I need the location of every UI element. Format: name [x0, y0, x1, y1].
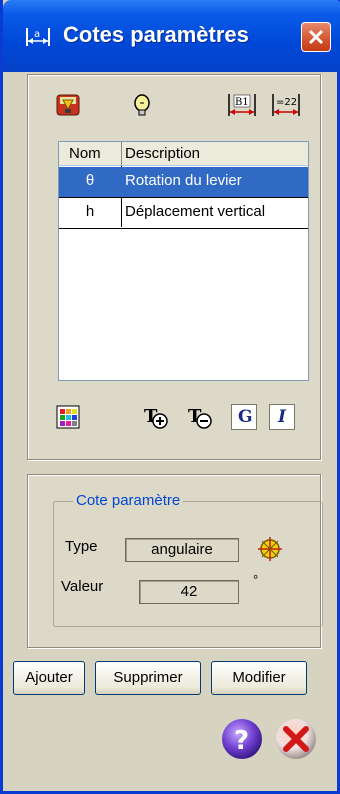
cell-description: Rotation du levier [125, 172, 242, 189]
value-label: Valeur [61, 578, 104, 595]
dimension-b1-icon: B1 [228, 94, 256, 116]
value-field[interactable]: 42 [139, 580, 239, 604]
font-decrease-icon: T [188, 406, 212, 429]
help-button[interactable]: ? [219, 716, 265, 762]
svg-text:?: ? [234, 726, 249, 756]
help-icon: ? [222, 719, 262, 759]
font-increase-icon: T [144, 406, 168, 429]
type-label: Type [65, 538, 98, 555]
close-icon [308, 29, 324, 45]
type-value: angulaire [151, 541, 213, 558]
cell-nom: h [85, 203, 95, 220]
value-text: 42 [180, 583, 198, 600]
parameters-table[interactable]: Nom Description θ Rotation du levier h D… [58, 141, 309, 381]
table-header: Nom Description [59, 142, 308, 166]
import-icon [56, 94, 80, 116]
dimension-b1-button[interactable]: B1 [227, 92, 257, 118]
row-grid-line [59, 228, 308, 229]
table-row[interactable]: h Déplacement vertical [59, 198, 308, 228]
cancel-icon [276, 719, 316, 759]
type-value-field: angulaire [125, 538, 239, 562]
svg-text:=22: =22 [276, 97, 297, 108]
bold-button[interactable]: G [231, 404, 257, 430]
bold-icon: G [238, 407, 253, 427]
column-header-nom[interactable]: Nom [69, 145, 101, 162]
bulb-button[interactable] [129, 92, 155, 118]
cancel-button[interactable] [273, 716, 319, 762]
parameter-groupbox [53, 501, 323, 627]
table-row[interactable]: θ Rotation du levier [59, 167, 308, 197]
dialog-window: a Cotes paramètres B1 =22 Nom Descriptio… [0, 0, 340, 794]
svg-text:B1: B1 [235, 97, 249, 108]
dimension-icon: a [26, 28, 50, 46]
italic-button[interactable]: I [269, 404, 295, 430]
delete-button[interactable]: Supprimer [95, 661, 201, 695]
column-header-description[interactable]: Description [125, 145, 200, 162]
close-button[interactable] [301, 22, 331, 52]
parameter-group-label: Cote paramètre [73, 492, 184, 509]
window-title: Cotes paramètres [63, 22, 249, 47]
compass-icon [258, 537, 282, 561]
font-increase-button[interactable]: T [143, 404, 169, 430]
dimension-value-button[interactable]: =22 [271, 92, 301, 118]
cell-description: Déplacement vertical [125, 203, 266, 220]
cell-nom: θ [85, 172, 95, 189]
type-select-button[interactable] [255, 534, 285, 564]
column-divider[interactable] [121, 142, 122, 166]
unit-label: ° [253, 572, 259, 587]
italic-icon: I [278, 407, 286, 427]
color-grid-button[interactable] [55, 404, 81, 430]
title-bar[interactable]: a Cotes paramètres [3, 0, 340, 72]
color-grid-icon [56, 405, 80, 429]
add-button[interactable]: Ajouter [13, 661, 85, 695]
dimension-value-icon: =22 [272, 94, 300, 116]
modify-button[interactable]: Modifier [211, 661, 307, 695]
bulb-icon [134, 94, 150, 116]
svg-text:a: a [34, 29, 40, 40]
import-button[interactable] [55, 92, 81, 118]
font-decrease-button[interactable]: T [187, 404, 213, 430]
